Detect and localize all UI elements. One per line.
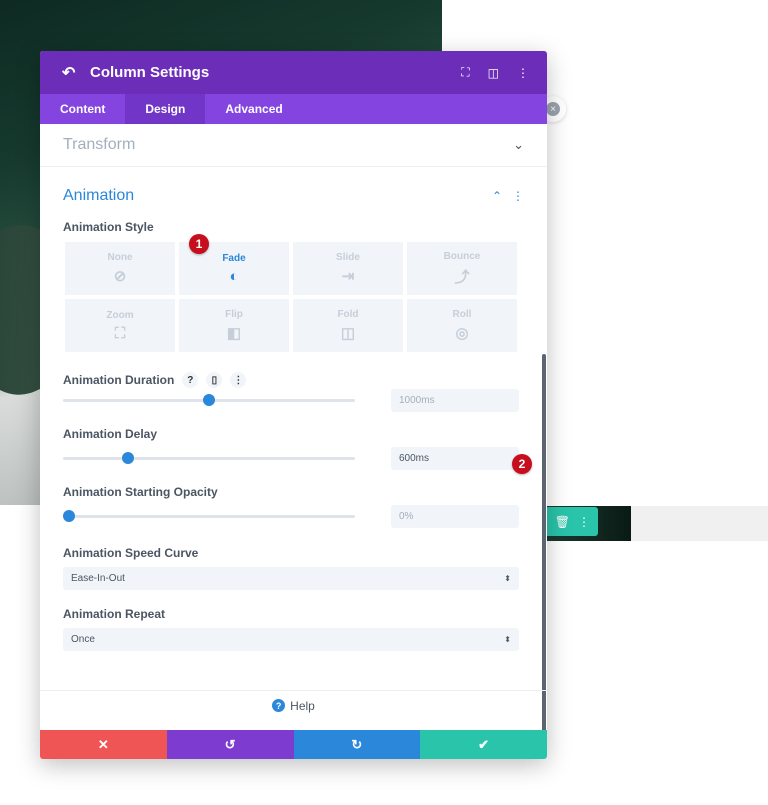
undo-button[interactable]: ↺	[166, 730, 294, 759]
cancel-button[interactable]: ✕	[40, 730, 167, 759]
tab-advanced[interactable]: Advanced	[205, 94, 302, 124]
opacity-slider-knob[interactable]	[63, 509, 75, 522]
modal-tabs: Content Design Advanced	[40, 94, 547, 124]
section-more-icon[interactable]: ⋮	[512, 189, 524, 203]
callout-badge-2: 2	[512, 454, 532, 474]
help-icon: ?	[272, 699, 286, 712]
animation-style-label: Bounce	[443, 250, 481, 262]
animation-style-grid: None ⊘ Fade ◐ Slide ⇥ Bounce ⤴ Zoom ⛶ Flip ◧ Fold ◫ Ro…	[65, 242, 547, 352]
bounce-icon: ⤴	[454, 268, 470, 286]
settings-scroll-area: Transform ⌄ Animation ⌃ ⋮ Animation Styl…	[40, 124, 547, 730]
animation-duration-header: Animation Duration ? ▯ ⋮	[40, 372, 547, 388]
animation-delay-label: Animation Delay	[63, 427, 158, 441]
modal-titlebar: ↶ Column Settings ⛶ ◫ ⋮	[40, 51, 547, 94]
animation-opacity-range: 0%	[40, 504, 547, 528]
animation-style-label: Animation Style	[63, 220, 154, 234]
none-icon: ⊘	[113, 268, 127, 285]
animation-section-header[interactable]: Animation ⌃ ⋮	[40, 167, 547, 205]
field-more-icon[interactable]: ⋮	[230, 372, 247, 388]
modal-title: Column Settings	[90, 64, 210, 81]
opacity-slider-track[interactable]	[63, 509, 355, 522]
animation-repeat-label: Animation Repeat	[63, 607, 166, 621]
delay-slider-track[interactable]	[63, 451, 355, 464]
redo-button[interactable]: ↻	[293, 730, 421, 759]
chevron-down-icon[interactable]: ⌄	[513, 137, 524, 153]
animation-duration-label: Animation Duration	[63, 373, 175, 387]
fullscreen-icon[interactable]: ⛶	[461, 65, 469, 80]
tab-content[interactable]: Content	[40, 94, 125, 124]
undo-icon: ↺	[224, 736, 236, 752]
animation-style-label: Zoom	[106, 309, 134, 321]
animation-delay-range: 600ms	[40, 446, 547, 470]
transform-section-header[interactable]: Transform ⌄	[40, 124, 547, 167]
help-question-icon[interactable]: ?	[182, 372, 199, 388]
mobile-device-icon[interactable]: ▯	[206, 372, 223, 388]
repeat-value: Once	[71, 634, 95, 645]
delay-value-input[interactable]: 600ms	[391, 446, 519, 470]
tab-design[interactable]: Design	[125, 94, 206, 124]
repeat-select[interactable]: Once ⬍	[63, 628, 519, 651]
transform-label: Transform	[63, 136, 136, 153]
animation-style-fold[interactable]: Fold ◫	[293, 299, 403, 352]
check-icon: ✔	[478, 736, 490, 752]
animation-style-slide[interactable]: Slide ⇥	[293, 242, 403, 295]
animation-style-label: None	[107, 252, 133, 263]
duration-slider-track[interactable]	[63, 393, 355, 406]
callout-badge-1: 1	[189, 234, 209, 254]
split-view-icon[interactable]: ◫	[488, 66, 499, 80]
duration-slider-knob[interactable]	[203, 393, 215, 406]
column-settings-modal: ↶ Column Settings ⛶ ◫ ⋮ Content Design A…	[40, 51, 547, 759]
more-icon[interactable]: ⋮	[578, 515, 590, 529]
trash-icon[interactable]: 🗑	[555, 515, 570, 529]
help-link[interactable]: ? Help	[40, 690, 547, 720]
modal-footer: ✕ ↺ ↻ ✔	[40, 730, 547, 759]
help-label: Help	[290, 698, 315, 713]
animation-style-bounce[interactable]: Bounce ⤴	[407, 242, 517, 295]
flip-icon: ◧	[226, 325, 242, 342]
animation-style-flip[interactable]: Flip ◧	[179, 299, 289, 352]
close-icon: ✕	[97, 736, 109, 752]
animation-style-zoom[interactable]: Zoom ⛶	[65, 299, 175, 352]
speed-curve-value: Ease-In-Out	[71, 573, 125, 584]
animation-style-label: Fold	[337, 309, 359, 320]
animation-style-label: Slide	[336, 252, 360, 263]
scrollbar[interactable]	[542, 354, 546, 730]
select-arrows-icon: ⬍	[504, 574, 511, 583]
close-icon: ×	[546, 102, 560, 116]
slide-icon: ⇥	[341, 268, 355, 285]
redo-icon: ↻	[351, 736, 363, 752]
speed-curve-select[interactable]: Ease-In-Out ⬍	[63, 567, 519, 590]
select-arrows-icon: ⬍	[504, 635, 511, 644]
duration-value-input[interactable]: 1000ms	[391, 388, 519, 412]
animation-duration-range: 1000ms	[40, 388, 547, 412]
animation-style-label: Roll	[452, 309, 472, 320]
fade-icon: ◐	[229, 267, 239, 285]
animation-style-label: Fade	[222, 252, 246, 264]
save-button[interactable]: ✔	[420, 730, 547, 759]
more-options-icon[interactable]: ⋮	[517, 66, 529, 80]
opacity-value-input[interactable]: 0%	[391, 504, 519, 528]
roll-icon: ◎	[455, 325, 469, 342]
animation-label: Animation	[63, 187, 135, 204]
animation-opacity-label: Animation Starting Opacity	[63, 485, 218, 499]
animation-style-label: Flip	[225, 309, 243, 320]
animation-style-none[interactable]: None ⊘	[65, 242, 175, 295]
chevron-up-icon[interactable]: ⌃	[492, 189, 502, 203]
animation-speed-curve-label: Animation Speed Curve	[63, 546, 199, 560]
back-icon[interactable]: ↶	[62, 63, 80, 83]
zoom-icon: ⛶	[114, 324, 126, 342]
delay-slider-knob[interactable]	[122, 451, 134, 464]
animation-style-roll[interactable]: Roll ◎	[407, 299, 517, 352]
fold-icon: ◫	[340, 325, 356, 342]
